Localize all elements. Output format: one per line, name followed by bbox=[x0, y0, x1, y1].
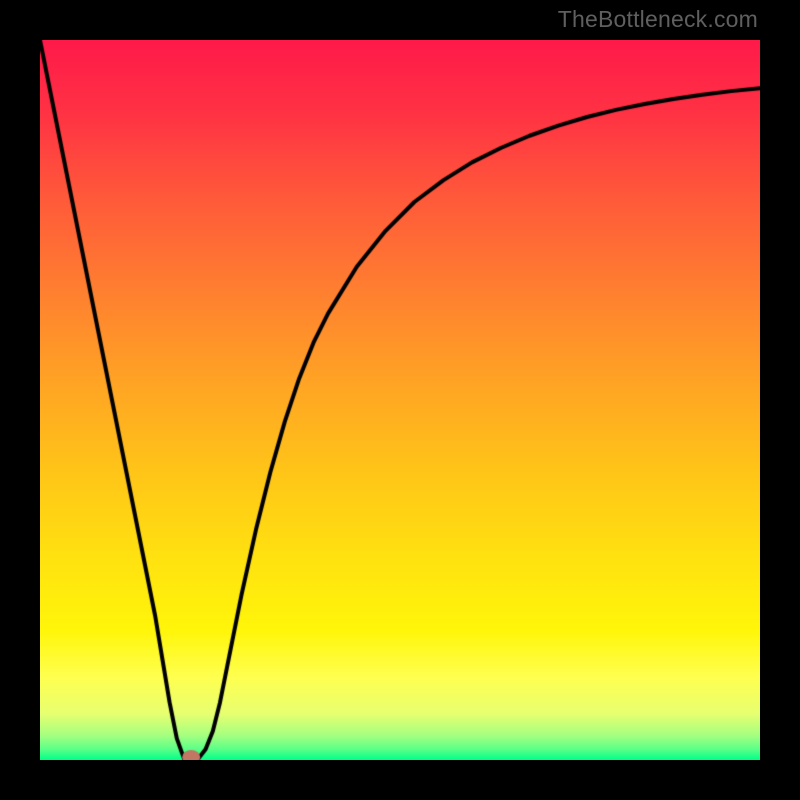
chart-frame: TheBottleneck.com bbox=[0, 0, 800, 800]
curve-canvas bbox=[40, 40, 760, 760]
watermark-text: TheBottleneck.com bbox=[558, 6, 758, 33]
plot-area bbox=[40, 40, 760, 760]
